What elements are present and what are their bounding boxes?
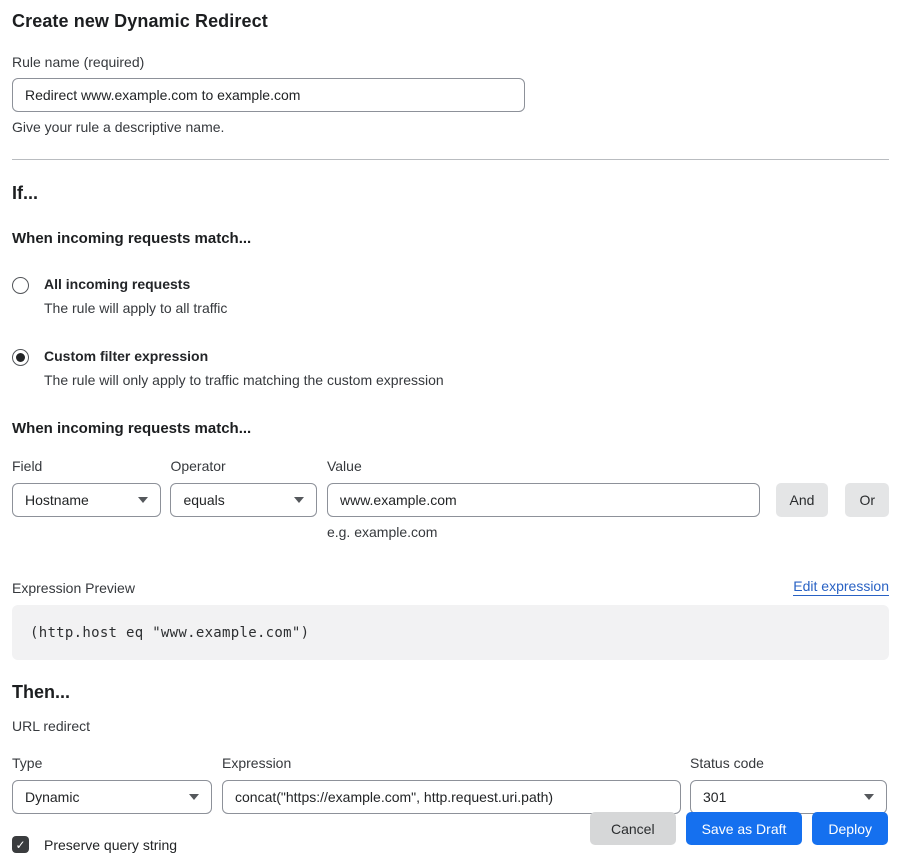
chevron-down-icon xyxy=(294,497,304,503)
type-label: Type xyxy=(12,755,212,771)
radio-desc-custom-expression: The rule will only apply to traffic matc… xyxy=(44,372,444,388)
redirect-settings-row: Type Dynamic Expression Status code 301 xyxy=(12,755,889,814)
value-label: Value xyxy=(327,458,760,474)
field-select-value: Hostname xyxy=(25,492,89,508)
radio-option-custom-expression[interactable]: Custom filter expression The rule will o… xyxy=(12,348,889,388)
operator-label: Operator xyxy=(170,458,317,474)
radio-icon-unselected[interactable] xyxy=(12,277,29,294)
status-code-label: Status code xyxy=(690,755,887,771)
type-select[interactable]: Dynamic xyxy=(12,780,212,814)
rule-name-label: Rule name (required) xyxy=(12,54,889,70)
operator-select-value: equals xyxy=(183,492,224,508)
edit-expression-link[interactable]: Edit expression xyxy=(793,578,889,596)
preserve-query-label: Preserve query string xyxy=(44,837,177,853)
chevron-down-icon xyxy=(138,497,148,503)
radio-icon-selected[interactable] xyxy=(12,349,29,366)
operator-select[interactable]: equals xyxy=(170,483,317,517)
status-code-select[interactable]: 301 xyxy=(690,780,887,814)
match-type-heading: When incoming requests match... xyxy=(12,230,889,247)
radio-desc-all-requests: The rule will apply to all traffic xyxy=(44,300,227,316)
expression-preview-code: (http.host eq "www.example.com") xyxy=(30,625,309,641)
rule-name-input[interactable] xyxy=(12,78,525,112)
create-redirect-form: Create new Dynamic Redirect Rule name (r… xyxy=(12,0,889,853)
value-helper: e.g. example.com xyxy=(327,524,760,540)
filter-builder-row: Field Hostname Operator equals Value e.g… xyxy=(12,458,889,540)
radio-label-custom-expression: Custom filter expression xyxy=(44,348,208,364)
filter-heading: When incoming requests match... xyxy=(12,420,889,437)
section-divider xyxy=(12,159,889,160)
radio-label-all-requests: All incoming requests xyxy=(44,276,190,292)
checkbox-checked-icon[interactable]: ✓ xyxy=(12,836,29,853)
rule-name-helper: Give your rule a descriptive name. xyxy=(12,119,889,135)
cancel-button[interactable]: Cancel xyxy=(590,812,676,845)
match-type-radio-group: All incoming requests The rule will appl… xyxy=(12,276,889,388)
expression-label: Expression xyxy=(222,755,681,771)
url-redirect-label: URL redirect xyxy=(12,718,889,734)
and-button[interactable]: And xyxy=(776,483,829,517)
footer-actions: Cancel Save as Draft Deploy xyxy=(590,812,888,845)
field-select[interactable]: Hostname xyxy=(12,483,161,517)
expression-preview-label: Expression Preview xyxy=(12,580,135,596)
or-button[interactable]: Or xyxy=(845,483,889,517)
chevron-down-icon xyxy=(864,794,874,800)
radio-option-all-requests[interactable]: All incoming requests The rule will appl… xyxy=(12,276,889,316)
save-as-draft-button[interactable]: Save as Draft xyxy=(686,812,803,845)
value-input[interactable] xyxy=(327,483,760,517)
if-heading: If... xyxy=(12,183,889,204)
type-select-value: Dynamic xyxy=(25,789,79,805)
field-label: Field xyxy=(12,458,161,474)
expression-preview-box: (http.host eq "www.example.com") xyxy=(12,605,889,660)
page-title: Create new Dynamic Redirect xyxy=(12,0,889,32)
redirect-expression-input[interactable] xyxy=(222,780,681,814)
deploy-button[interactable]: Deploy xyxy=(812,812,888,845)
status-code-select-value: 301 xyxy=(703,789,726,805)
then-heading: Then... xyxy=(12,682,889,703)
chevron-down-icon xyxy=(189,794,199,800)
